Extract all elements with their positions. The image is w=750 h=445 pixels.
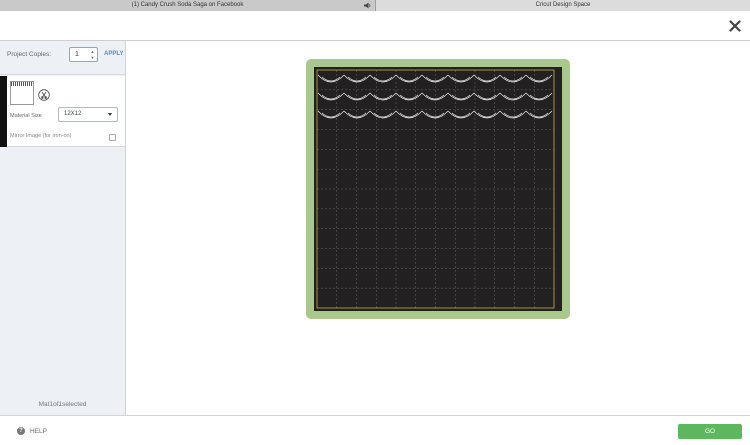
material-size-value: 12X12 [64,111,82,117]
mirror-image-checkbox[interactable] [109,134,116,141]
project-copies-input[interactable]: 1 ▲ ▼ [69,47,98,62]
mat-selected-indicator [0,76,7,147]
material-size-select[interactable]: 12X12 [58,107,118,122]
project-copies-row: Project Copies: 1 ▲ ▼ APPLY [0,41,125,75]
footer-bar: ? HELP GO [0,415,750,445]
browser-tab-cricut[interactable]: Cricut Design Space [376,0,750,11]
browser-tab-strip: (1) Candy Crush Soda Saga on Facebook Cr… [0,0,750,11]
help-icon: ? [17,427,25,435]
mirror-image-label: Mirror Image (for iron-on) [10,133,72,139]
help-label: HELP [30,427,47,435]
browser-tab-facebook[interactable]: (1) Candy Crush Soda Saga on Facebook [0,0,376,11]
browser-tab-title: (1) Candy Crush Soda Saga on Facebook [131,2,244,8]
project-copies-value: 1 [75,51,79,58]
help-button[interactable]: ? HELP [17,427,47,435]
material-size-label: Material Size [10,113,42,119]
mat-card[interactable]: Material Size 12X12 Mirror Image (for ir… [0,76,125,147]
copies-stepper[interactable]: ▲ ▼ [89,49,96,60]
chevron-down-icon [108,113,112,116]
mat-sidebar: Project Copies: 1 ▲ ▼ APPLY Material Siz… [0,41,126,415]
browser-tab-title: Cricut Design Space [535,2,591,8]
stepper-up-icon[interactable]: ▲ [89,49,96,54]
apply-button[interactable]: APPLY [104,51,123,57]
mat-thumbnail[interactable] [10,81,34,105]
project-copies-label: Project Copies: [7,51,52,58]
cutting-mat-preview [306,59,570,319]
mat-preview-canvas [127,41,750,415]
go-button[interactable]: GO [678,424,742,439]
selection-status: Mat1of1selected [38,401,87,408]
mat-thumbnail-pattern [11,82,33,86]
speaker-icon[interactable] [364,2,372,9]
app-header [0,11,750,41]
close-icon[interactable] [729,20,741,32]
stepper-down-icon[interactable]: ▼ [89,55,96,60]
cut-mode-icon [38,89,50,101]
